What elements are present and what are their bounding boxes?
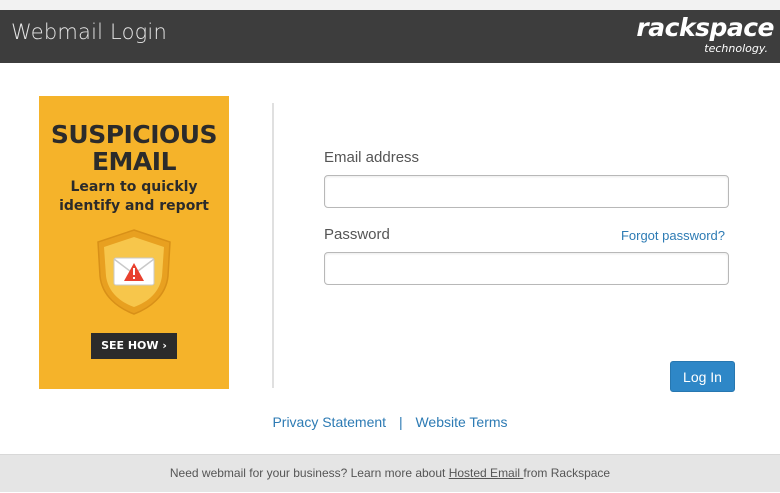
see-how-button[interactable]: SEE HOW › [91,333,177,359]
ad-headline-2: EMAIL [91,147,177,176]
page-title: Webmail Login [11,20,167,44]
see-how-label: SEE HOW [101,339,159,352]
ad-subtext-2: identify and report [59,198,209,214]
email-input[interactable] [324,175,729,208]
ad-headline-1: SUSPICIOUS [50,120,218,149]
vertical-divider [272,103,274,388]
logo-wordmark: rackspace [636,13,774,42]
website-terms-link[interactable]: Website Terms [415,414,507,430]
legal-links: Privacy Statement | Website Terms [0,414,780,430]
privacy-statement-link[interactable]: Privacy Statement [272,414,386,430]
chevron-right-icon: › [162,339,167,352]
header-bar: Webmail Login rackspace technology. [0,10,780,63]
link-separator: | [398,414,403,430]
footer-text: Need webmail for your business? Learn mo… [0,466,780,480]
rackspace-logo[interactable]: rackspace technology. [636,13,774,59]
shield-email-warning-icon [94,228,174,320]
email-label: Email address [324,149,420,166]
footer-text-before: Need webmail for your business? Learn mo… [169,466,449,480]
footer-bar: Need webmail for your business? Learn mo… [0,454,780,492]
password-input[interactable] [324,252,729,285]
ad-subtext-1: Learn to quickly [70,179,198,195]
footer-text-after: from Rackspace [523,466,611,480]
hosted-email-link[interactable]: Hosted Email [449,466,524,480]
suspicious-email-ad[interactable]: SUSPICIOUS EMAIL Learn to quickly identi… [39,96,229,389]
logo-tagline: technology. [704,42,768,55]
login-button[interactable]: Log In [670,361,735,392]
password-label: Password [324,226,390,243]
forgot-password-link[interactable]: Forgot password? [621,228,725,243]
top-strip [0,0,780,10]
ad-subtext: Learn to quickly identify and report [39,178,229,216]
